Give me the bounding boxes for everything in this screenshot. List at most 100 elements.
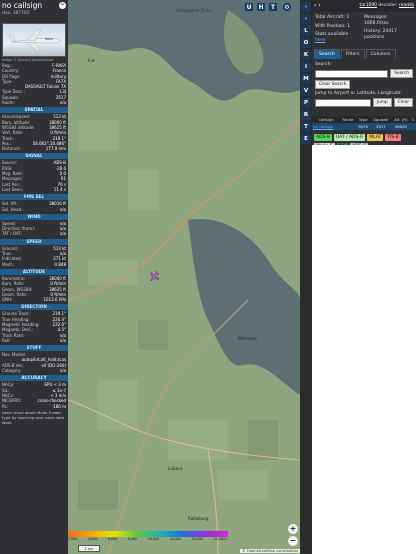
site-link[interactable]: tar1090	[360, 3, 377, 8]
table-body: no callsign FA7X 3517 38000	[312, 123, 416, 130]
aircraft-marker-icon[interactable]	[147, 270, 161, 285]
search-input[interactable]	[315, 69, 389, 78]
close-icon[interactable]: ✕	[59, 2, 66, 9]
map-label-city4: Wismarer	[238, 336, 257, 341]
map-button-t[interactable]: T	[268, 2, 278, 12]
table-cell: 3517	[370, 123, 392, 130]
panel-expand-button[interactable]: ‹	[301, 14, 311, 24]
layer-button-e[interactable]: E	[301, 134, 311, 144]
table-row[interactable]: no callsign FA7X 3517 38000	[312, 123, 416, 130]
zoom-out-button[interactable]: −	[288, 536, 298, 546]
column-header[interactable]: Alt. (ft)	[391, 116, 411, 123]
jump-button[interactable]: Jump	[372, 98, 392, 107]
section-header[interactable]: WIND	[0, 213, 68, 220]
table-cell[interactable]: no callsign	[312, 123, 340, 130]
detail-value: 186 m	[53, 403, 66, 409]
footer-note: Learn more about Mode S data type by hov…	[2, 409, 65, 425]
detail-row: Last Seen: 11.4 s	[0, 187, 68, 192]
search-section: Search: Search Clear Search Jump to Airp…	[312, 59, 416, 112]
jump-input[interactable]	[315, 98, 371, 107]
layer-button-t[interactable]: T	[301, 122, 311, 132]
legend-tick: 8,000	[127, 537, 138, 541]
search-button[interactable]: Search	[390, 69, 413, 78]
table-cell: 38000	[391, 123, 411, 130]
detail-key: Rc:	[2, 403, 9, 409]
blank-panel-area	[312, 145, 416, 554]
layer-toggle-column: › ‹ L O K I M V P R T E	[300, 0, 312, 554]
stats-summary: Total Aircraft: 1 With Position: 1 Stats…	[312, 12, 416, 43]
tab-columns[interactable]: Columns	[365, 49, 396, 59]
zoom-in-button[interactable]: +	[288, 524, 298, 534]
map-label-city3: Kiel	[88, 58, 95, 63]
column-header[interactable]: S	[410, 116, 416, 123]
source-chip: MLAT	[367, 134, 384, 141]
table-header-row: Callsign Route Type Squawk Alt. (ft) S	[312, 116, 416, 123]
source-chip: UAT / ADS-R	[333, 134, 366, 141]
map-view[interactable]: Grossglaser Fjohs Kiel Lübeck Ratzeburg …	[68, 0, 300, 554]
section-header[interactable]: SPATIAL	[0, 107, 68, 114]
detail-key: Roll:	[2, 337, 11, 343]
detail-row: QNH: 1013.6 hPa	[0, 297, 68, 302]
map-attribution[interactable]: © OpenStreetMap contributors	[240, 549, 300, 553]
detail-value: n/a	[59, 368, 66, 374]
detail-key: Mach:	[2, 261, 14, 267]
legend-tick: 40,000+	[213, 537, 228, 541]
settings-gear-icon[interactable]: ⚙	[282, 2, 292, 12]
detail-key: TAT / OAT:	[2, 231, 22, 237]
layer-button-l[interactable]: L	[301, 26, 311, 36]
source-chip: TIS-B	[385, 134, 401, 141]
section-header[interactable]: STUFF	[0, 345, 68, 352]
section-header[interactable]: DIRECTION	[0, 304, 68, 311]
layer-button-m[interactable]: M	[301, 74, 311, 84]
section-header[interactable]: SPEED	[0, 238, 68, 245]
panel-toggle-button[interactable]: ›	[301, 2, 311, 12]
column-header[interactable]: Squawk	[370, 116, 392, 123]
detail-row: Roll: n/a	[0, 338, 68, 343]
map-button-u[interactable]: U	[244, 2, 254, 12]
clear-search-button[interactable]: Clear Search	[315, 80, 351, 89]
detail-value: n/a	[59, 337, 66, 343]
section-header[interactable]: ALTITUDE	[0, 268, 68, 275]
legend-tick: 6,000	[107, 537, 118, 541]
aircraft-basic-info: Reg.: F-RAFA Country: France DB flags: milita…	[0, 63, 68, 105]
altitude-legend-labels: 2,000 4,000 6,000 8,000 10,000 20,000 30,000 40…	[68, 537, 228, 541]
map-button-h[interactable]: H	[256, 2, 266, 12]
table-cell	[339, 123, 357, 130]
layer-button-v[interactable]: V	[301, 86, 311, 96]
tab-filters[interactable]: Filters	[340, 49, 365, 59]
detail-row: TAT / OAT: n/a	[0, 231, 68, 236]
aircraft-hex: Hex: 38776D	[2, 10, 30, 15]
panel-tabs: Search Filters Columns	[314, 49, 414, 59]
layer-button-k[interactable]: K	[301, 50, 311, 60]
detail-key: Sel. Head.:	[2, 206, 24, 212]
aircraft-photo[interactable]	[2, 23, 66, 57]
map-canvas[interactable]: Grossglaser Fjohs Kiel Lübeck Ratzeburg …	[68, 0, 300, 554]
decoder-link[interactable]: readsb	[399, 3, 414, 8]
column-header[interactable]: Callsign	[312, 116, 340, 123]
detail-row: Category: n/a	[0, 368, 68, 373]
jump-label: Jump to Airport or Latitude, Longitude:	[315, 91, 402, 96]
column-header[interactable]: Route	[339, 116, 357, 123]
info-row: Route: n/a	[0, 100, 68, 105]
column-header[interactable]: Type	[356, 116, 371, 123]
layer-button-r[interactable]: R	[301, 110, 311, 120]
stats-link[interactable]: here	[315, 38, 364, 44]
section-header[interactable]: SIGNAL	[0, 153, 68, 160]
layer-button-o[interactable]: O	[301, 38, 311, 48]
stats-panel: ‹ › tar1090 decoder: readsb Total Aircra…	[312, 0, 416, 554]
tab-search[interactable]: Search	[314, 49, 340, 59]
panel-nav-arrows[interactable]: ‹ ›	[314, 0, 321, 12]
aircraft-detail-sections: SPATIAL Groundspeed: 513 kt Baro. altitude:…	[0, 107, 68, 409]
detail-value: 1013.6 hPa	[43, 297, 67, 303]
legend-tick: 4,000	[87, 537, 98, 541]
detail-value: 177.9 nmi	[45, 146, 66, 152]
layer-button-p[interactable]: P	[301, 98, 311, 108]
section-header[interactable]: ACCURACY	[0, 375, 68, 382]
clear-button[interactable]: Clear	[393, 98, 413, 107]
detail-row: Sel. Head.: n/a	[0, 207, 68, 212]
layer-button-i[interactable]: I	[301, 62, 311, 72]
aircraft-header: no callsign Hex: 38776D ✕	[0, 0, 68, 20]
detail-value: 0.848	[54, 261, 66, 267]
section-header[interactable]: FMS SEL	[0, 194, 68, 201]
aircraft-info-panel: no callsign Hex: 38776D ✕ Image © Dzmitr…	[0, 0, 68, 554]
